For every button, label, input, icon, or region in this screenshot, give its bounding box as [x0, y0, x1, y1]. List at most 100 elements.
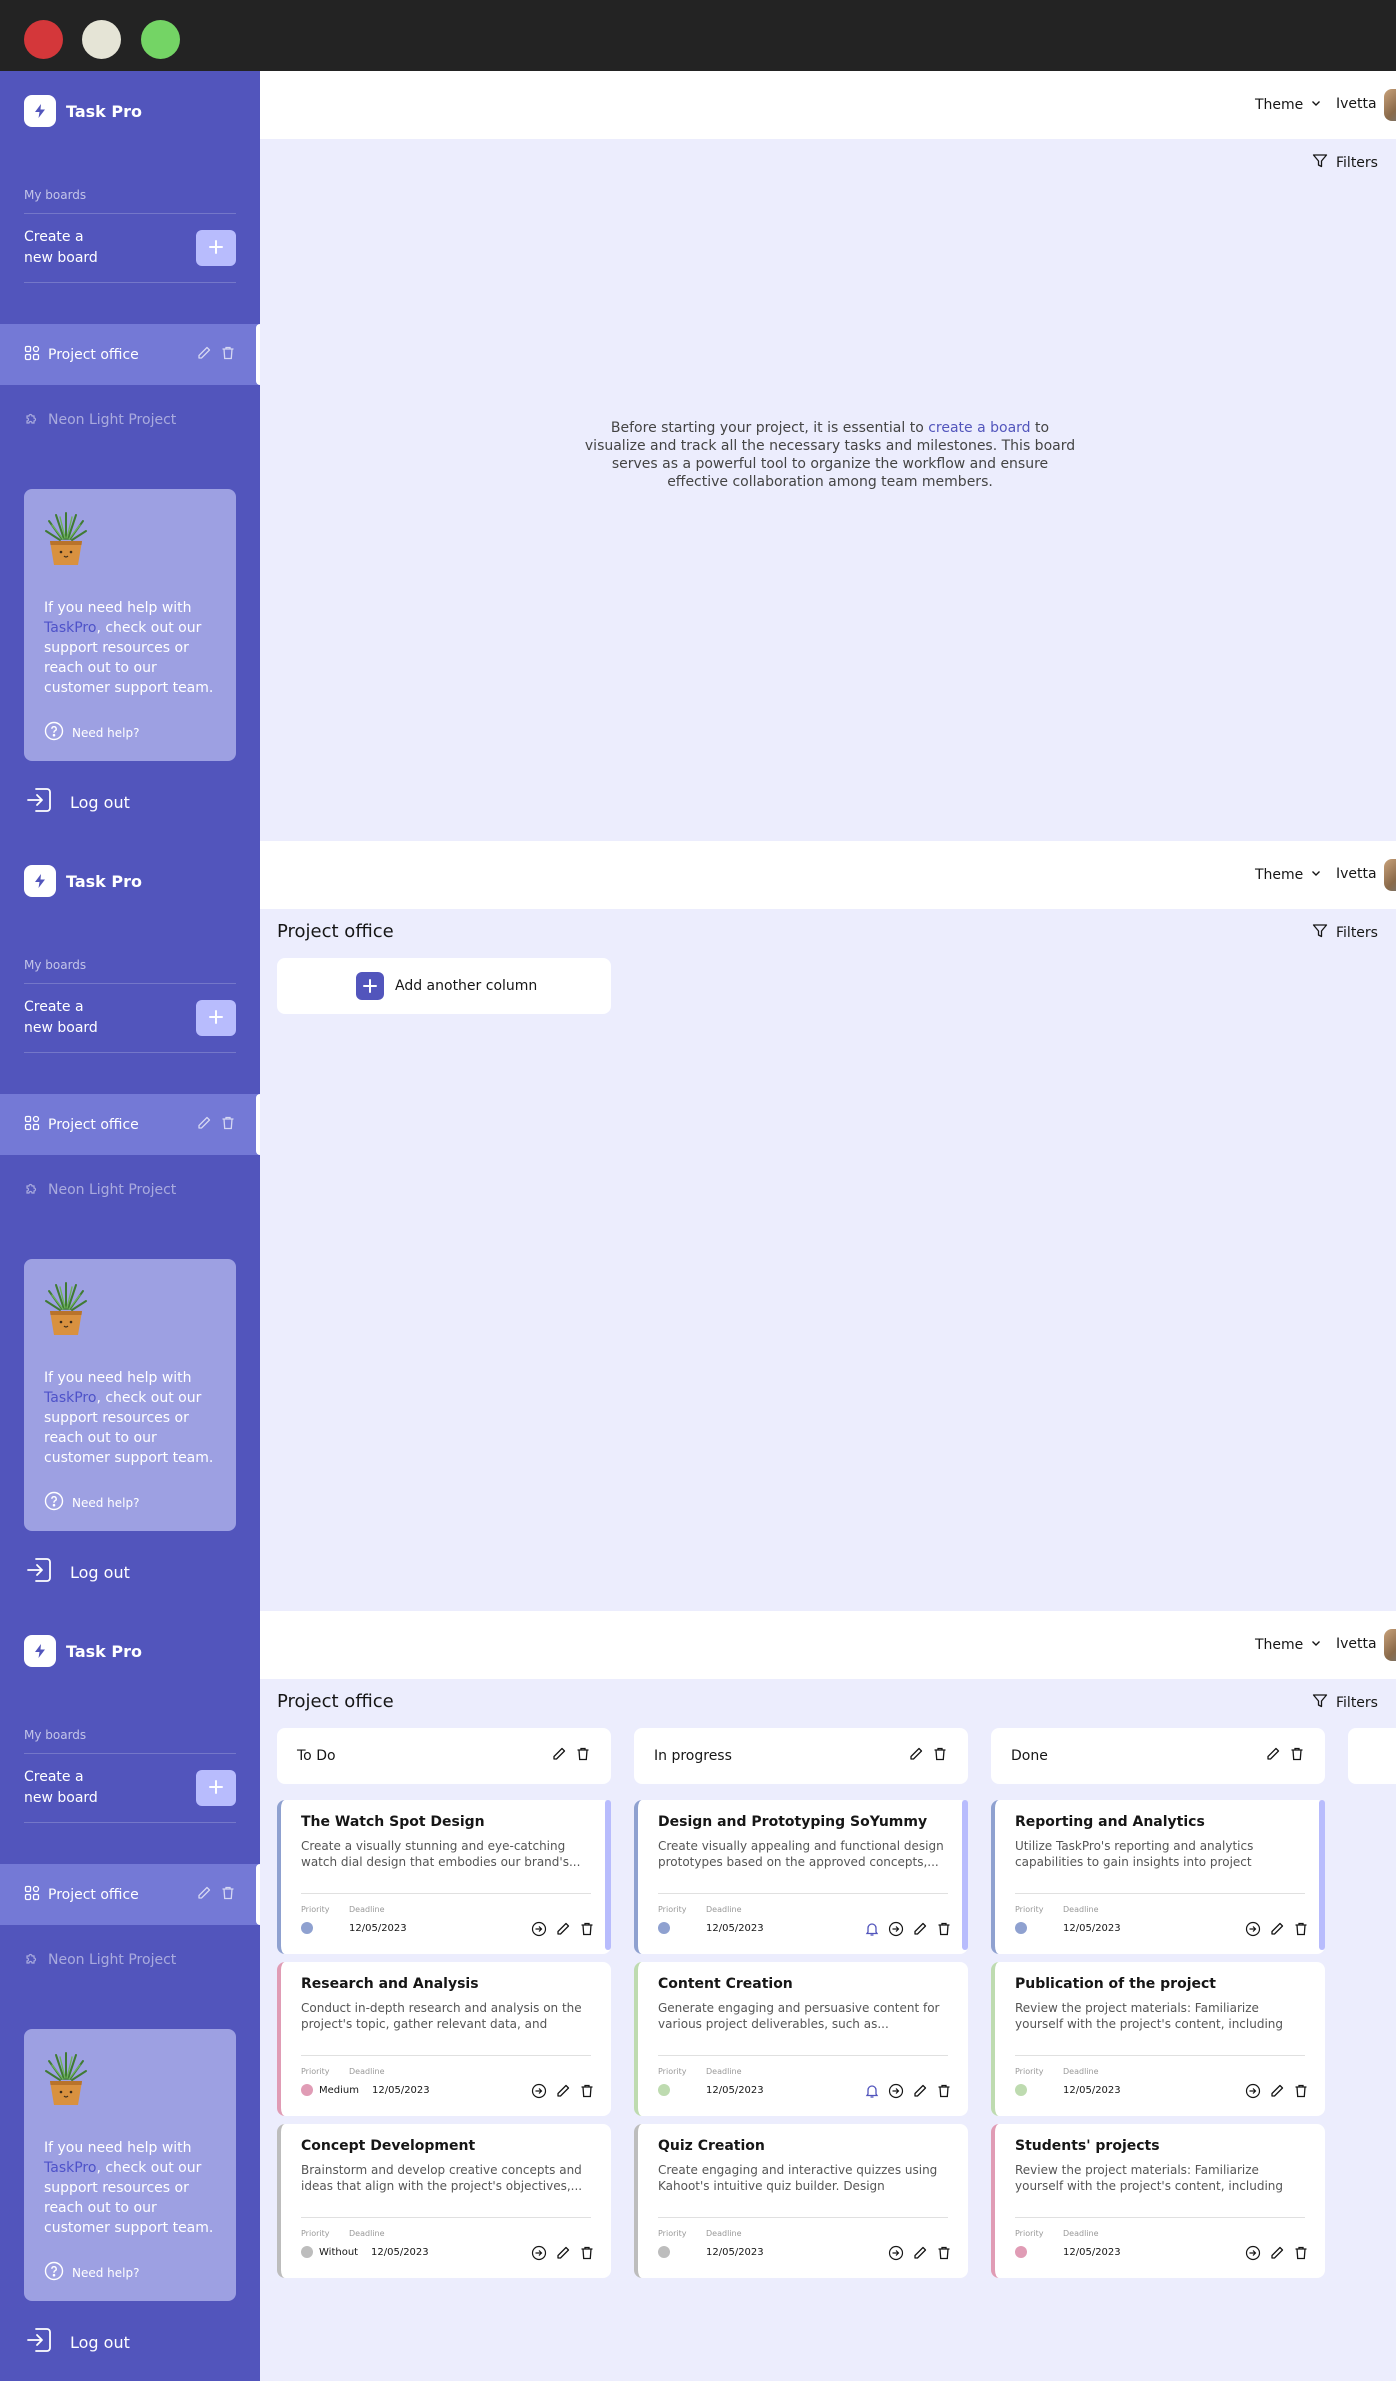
- task-card[interactable]: Reporting and Analytics Utilize TaskPro'…: [991, 1800, 1325, 1954]
- bell-icon[interactable]: [864, 2083, 880, 2103]
- delete-card-icon[interactable]: [1293, 2083, 1309, 2103]
- task-card[interactable]: The Watch Spot Design Create a visually …: [277, 1800, 611, 1954]
- card-divider: [301, 1893, 591, 1894]
- help-panel: If you need help with TaskPro, check out…: [24, 489, 236, 761]
- sidebar-item-neon-light-project[interactable]: Neon Light Project: [0, 1929, 260, 1990]
- user-name[interactable]: Ivetta: [1336, 96, 1377, 112]
- delete-board-icon[interactable]: [220, 345, 236, 365]
- logout-icon: [24, 784, 56, 820]
- task-card[interactable]: Publication of the project Review the pr…: [991, 1962, 1325, 2116]
- move-card-icon[interactable]: [888, 1921, 904, 1941]
- theme-label: Theme: [1255, 867, 1304, 883]
- card-description: Create a visually stunning and eye-catch…: [301, 1839, 581, 1869]
- card-title: Research and Analysis: [301, 1976, 479, 1992]
- move-card-icon[interactable]: [888, 2083, 904, 2103]
- card-list-scrollbar[interactable]: [605, 1800, 611, 1950]
- delete-board-icon[interactable]: [220, 1885, 236, 1905]
- avatar[interactable]: [1384, 859, 1396, 891]
- deadline-value: 12/05/2023: [1063, 2085, 1121, 2096]
- create-board-button[interactable]: [196, 1000, 236, 1036]
- edit-board-icon[interactable]: [196, 1115, 212, 1135]
- edit-card-icon[interactable]: [555, 2245, 571, 2265]
- task-card[interactable]: Quiz Creation Create engaging and intera…: [634, 2124, 968, 2278]
- delete-board-icon[interactable]: [220, 1115, 236, 1135]
- delete-card-icon[interactable]: [936, 1921, 952, 1941]
- avatar[interactable]: [1384, 89, 1396, 121]
- move-card-icon[interactable]: [531, 1921, 547, 1941]
- avatar[interactable]: [1384, 1629, 1396, 1661]
- board-column: Done Reporting and Analytics Utilize Tas…: [991, 1728, 1325, 2381]
- task-card[interactable]: Content Creation Generate engaging and p…: [634, 1962, 968, 2116]
- logout-button[interactable]: Log out: [24, 784, 130, 820]
- delete-card-icon[interactable]: [1293, 1921, 1309, 1941]
- sidebar-item-project-office[interactable]: Project office: [0, 1094, 260, 1155]
- card-list[interactable]: Design and Prototyping SoYummy Create vi…: [634, 1728, 968, 2288]
- edit-card-icon[interactable]: [1269, 1921, 1285, 1941]
- sidebar-item-neon-light-project[interactable]: Neon Light Project: [0, 1159, 260, 1220]
- move-card-icon[interactable]: [1245, 2083, 1261, 2103]
- move-card-icon[interactable]: [1245, 1921, 1261, 1941]
- need-help-link[interactable]: Need help?: [44, 721, 139, 744]
- priority-caption: Priority: [658, 2229, 687, 2238]
- maximize-window-button[interactable]: [141, 20, 180, 59]
- create-board-link[interactable]: create a board: [928, 420, 1030, 436]
- edit-card-icon[interactable]: [1269, 2245, 1285, 2265]
- minimize-window-button[interactable]: [82, 20, 121, 59]
- edit-board-icon[interactable]: [196, 345, 212, 365]
- board-label: Neon Light Project: [48, 411, 177, 428]
- theme-dropdown[interactable]: Theme: [1255, 96, 1323, 114]
- task-card[interactable]: Concept Development Brainstorm and devel…: [277, 2124, 611, 2278]
- sidebar: Task Pro My boards Create a new board Pr…: [0, 71, 260, 841]
- card-list[interactable]: The Watch Spot Design Create a visually …: [277, 1728, 611, 2288]
- help-panel: If you need help with TaskPro, check out…: [24, 1259, 236, 1531]
- logout-button[interactable]: Log out: [24, 2324, 130, 2360]
- edit-card-icon[interactable]: [912, 2245, 928, 2265]
- user-name[interactable]: Ivetta: [1336, 866, 1377, 882]
- move-card-icon[interactable]: [1245, 2245, 1261, 2265]
- card-list-scrollbar[interactable]: [1319, 1800, 1325, 1950]
- card-description: Review the project materials: Familiariz…: [1015, 2001, 1284, 2031]
- move-card-icon[interactable]: [531, 2083, 547, 2103]
- task-card[interactable]: Students' projects Review the project ma…: [991, 2124, 1325, 2278]
- edit-card-icon[interactable]: [555, 1921, 571, 1941]
- need-help-link[interactable]: Need help?: [44, 1491, 139, 1514]
- app-logo[interactable]: Task Pro: [24, 95, 142, 127]
- edit-card-icon[interactable]: [1269, 2083, 1285, 2103]
- card-list[interactable]: Reporting and Analytics Utilize TaskPro'…: [991, 1728, 1325, 2288]
- move-card-icon[interactable]: [531, 2245, 547, 2265]
- close-window-button[interactable]: [24, 20, 63, 59]
- add-column-button[interactable]: Add another column: [277, 958, 611, 1014]
- filters-button[interactable]: Filters: [1312, 153, 1378, 173]
- delete-card-icon[interactable]: [1293, 2245, 1309, 2265]
- logout-label: Log out: [70, 2332, 130, 2352]
- logout-button[interactable]: Log out: [24, 1554, 130, 1590]
- sidebar-item-project-office[interactable]: Project office: [0, 1864, 260, 1925]
- create-board-button[interactable]: [196, 1770, 236, 1806]
- theme-dropdown[interactable]: Theme: [1255, 1636, 1323, 1654]
- help-panel: If you need help with TaskPro, check out…: [24, 2029, 236, 2301]
- user-name[interactable]: Ivetta: [1336, 1636, 1377, 1652]
- theme-dropdown[interactable]: Theme: [1255, 866, 1323, 884]
- move-card-icon[interactable]: [888, 2245, 904, 2265]
- delete-card-icon[interactable]: [936, 2083, 952, 2103]
- card-list-scrollbar[interactable]: [962, 1800, 968, 1950]
- delete-card-icon[interactable]: [579, 2083, 595, 2103]
- filters-button[interactable]: Filters: [1312, 923, 1378, 943]
- delete-card-icon[interactable]: [579, 1921, 595, 1941]
- card-description: Utilize TaskPro's reporting and analytic…: [1015, 1839, 1254, 1869]
- sidebar-item-project-office[interactable]: Project office: [0, 324, 260, 385]
- app-logo[interactable]: Task Pro: [24, 865, 142, 897]
- edit-card-icon[interactable]: [912, 2083, 928, 2103]
- app-logo[interactable]: Task Pro: [24, 1635, 142, 1667]
- create-board-button[interactable]: [196, 230, 236, 266]
- sidebar-item-neon-light-project[interactable]: Neon Light Project: [0, 389, 260, 450]
- edit-card-icon[interactable]: [555, 2083, 571, 2103]
- task-card[interactable]: Research and Analysis Conduct in-depth r…: [277, 1962, 611, 2116]
- delete-card-icon[interactable]: [936, 2245, 952, 2265]
- edit-card-icon[interactable]: [912, 1921, 928, 1941]
- bell-icon[interactable]: [864, 1921, 880, 1941]
- task-card[interactable]: Design and Prototyping SoYummy Create vi…: [634, 1800, 968, 1954]
- edit-board-icon[interactable]: [196, 1885, 212, 1905]
- delete-card-icon[interactable]: [579, 2245, 595, 2265]
- need-help-link[interactable]: Need help?: [44, 2261, 139, 2284]
